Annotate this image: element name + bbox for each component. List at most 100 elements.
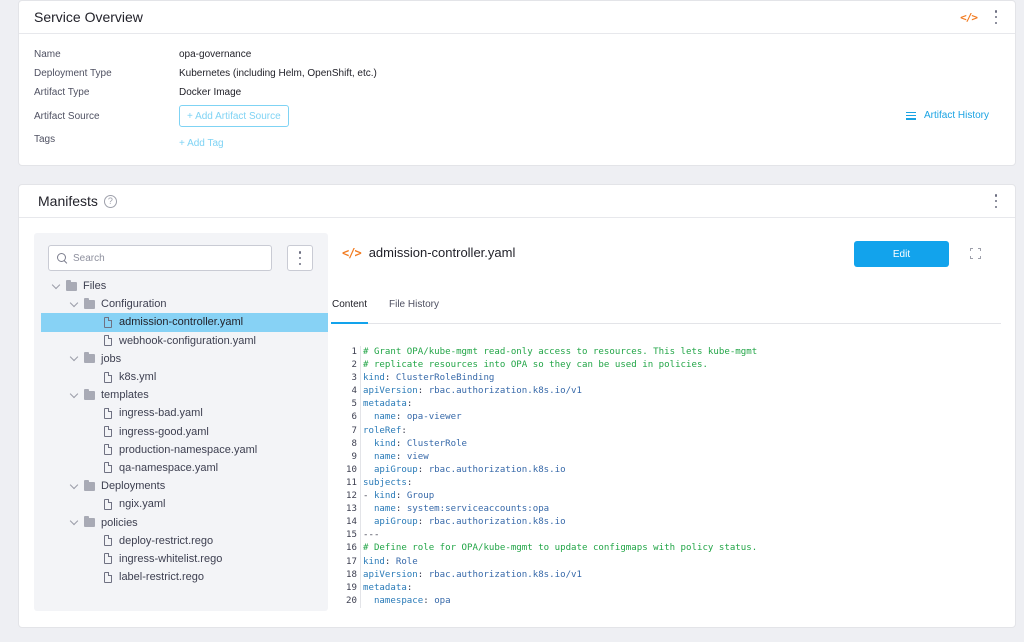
code-line: 7 roleRef: — [342, 425, 1012, 438]
code-icon[interactable]: </> — [960, 11, 978, 24]
code-line: 9 name: view — [342, 451, 1012, 464]
help-icon[interactable]: ? — [103, 194, 117, 208]
code-token: apiGroup — [363, 517, 418, 528]
more-options-icon[interactable] — [991, 194, 1001, 208]
code-token: : — [406, 477, 413, 488]
field-value: Kubernetes (including Helm, OpenShift, e… — [179, 68, 377, 79]
tree-item-label: label-restrict.rego — [119, 571, 204, 584]
tree-file[interactable]: webhook-configuration.yaml — [34, 332, 328, 350]
tree-file[interactable]: ngix.yaml — [34, 495, 328, 513]
file-icon — [104, 335, 112, 347]
code-token: system:serviceaccounts:opa — [406, 504, 550, 515]
code-token: metadata — [363, 582, 407, 593]
tree-file[interactable]: deploy-restrict.rego — [34, 532, 328, 550]
folder-icon — [84, 479, 95, 491]
folder-icon — [84, 388, 95, 400]
tree-file[interactable]: qa-namespace.yaml — [34, 459, 328, 477]
code-token: metadata — [363, 399, 407, 410]
code-file-icon: </> — [342, 245, 362, 260]
add-artifact-source-button[interactable]: + Add Artifact Source — [179, 105, 289, 127]
edit-button[interactable]: Edit — [854, 241, 949, 267]
add-tag-link[interactable]: + Add Tag — [179, 138, 224, 149]
tree-item-label: admission-controller.yaml — [119, 316, 244, 329]
chevron-down-icon[interactable] — [70, 391, 79, 400]
overview-row-tags: Tags — [34, 134, 179, 145]
tree-file[interactable]: ingress-good.yaml — [34, 423, 328, 441]
code-viewer: 1 # Grant OPA/kube-mgmt read-only access … — [342, 346, 1012, 608]
search-icon — [57, 253, 67, 263]
code-token: : — [395, 438, 407, 449]
code-token: : — [406, 582, 413, 593]
overview-row-tags-value: + Add Tag — [179, 138, 224, 149]
code-line: 5 metadata: — [342, 398, 1012, 411]
tree-item-label: jobs — [101, 352, 122, 365]
line-number: 1 — [351, 347, 357, 357]
code-token: view — [406, 451, 429, 462]
code-token: : — [395, 504, 407, 515]
chevron-down-icon[interactable] — [70, 354, 79, 363]
tree-folder[interactable]: Configuration — [34, 295, 328, 313]
artifact-history-link[interactable]: Artifact History — [905, 110, 989, 121]
tree-folder[interactable]: Files — [34, 277, 328, 295]
field-value: opa-governance — [179, 49, 252, 60]
service-overview-title: Service Overview — [34, 9, 143, 25]
overview-row-artifact-source: Artifact Source + Add Artifact Source — [34, 105, 289, 127]
file-icon — [104, 407, 112, 419]
line-number: 11 — [346, 477, 357, 488]
code-line: 15 --- — [342, 529, 1012, 542]
tree-folder[interactable]: jobs — [34, 350, 328, 368]
tree-folder[interactable]: templates — [34, 386, 328, 404]
code-token: : — [417, 464, 429, 475]
tree-file[interactable]: k8s.yml — [34, 368, 328, 386]
tree-file[interactable]: admission-controller.yaml — [41, 313, 328, 332]
code-line: 11 subjects: — [342, 477, 1012, 490]
tab-file-history[interactable]: File History — [389, 293, 439, 324]
tab-content[interactable]: Content — [331, 293, 368, 324]
code-token: subjects — [363, 477, 407, 488]
tree-folder[interactable]: policies — [34, 513, 328, 531]
manifests-header: Manifests ? — [19, 185, 1015, 218]
file-icon — [104, 462, 112, 474]
code-token: : — [395, 451, 407, 462]
expand-icon[interactable] — [970, 248, 981, 259]
chevron-down-icon[interactable] — [70, 518, 79, 527]
field-label: Artifact Type — [34, 87, 90, 98]
code-token: rbac.authorization.k8s.io/v1 — [428, 386, 583, 397]
more-options-icon — [295, 251, 305, 265]
field-label: Artifact Source — [34, 110, 100, 122]
line-number: 15 — [346, 530, 357, 541]
tree-options-button[interactable] — [287, 245, 313, 271]
search-input[interactable] — [73, 252, 263, 264]
code-line: 13 name: system:serviceaccounts:opa — [342, 503, 1012, 516]
code-line: 8 kind: ClusterRole — [342, 438, 1012, 451]
tree-item-label: production-namespace.yaml — [119, 443, 258, 456]
tree-file[interactable]: label-restrict.rego — [34, 568, 328, 586]
more-options-icon[interactable] — [991, 10, 1001, 24]
file-icon — [104, 426, 112, 438]
manifests-title: Manifests — [38, 193, 98, 209]
code-token: opa-viewer — [406, 412, 462, 423]
tree-file[interactable]: production-namespace.yaml — [34, 441, 328, 459]
line-number: 8 — [351, 438, 357, 449]
tree-item-label: Deployments — [101, 480, 166, 493]
code-token: name — [363, 412, 396, 423]
tree-file[interactable]: ingress-whitelist.rego — [34, 550, 328, 568]
code-line: 12- kind: Group — [342, 490, 1012, 503]
code-token: : — [417, 569, 429, 580]
chevron-down-icon[interactable] — [70, 482, 79, 491]
chevron-down-icon[interactable] — [70, 300, 79, 309]
tree-item-label: deploy-restrict.rego — [119, 534, 214, 547]
line-number: 18 — [346, 569, 357, 580]
tree-file[interactable]: ingress-bad.yaml — [34, 404, 328, 422]
code-token: rbac.authorization.k8s.io — [428, 464, 566, 475]
tree-item-label: ingress-bad.yaml — [119, 407, 203, 420]
overview-row-artifact-type: Artifact Type Docker Image — [34, 87, 241, 98]
line-number: 5 — [351, 399, 357, 410]
code-token: : — [395, 491, 407, 502]
folder-icon — [84, 516, 95, 528]
tree-folder[interactable]: Deployments — [34, 477, 328, 495]
chevron-down-icon[interactable] — [52, 282, 61, 291]
service-overview-actions: </> — [960, 1, 1001, 33]
line-number: 17 — [346, 556, 357, 567]
line-number: 2 — [351, 360, 357, 371]
